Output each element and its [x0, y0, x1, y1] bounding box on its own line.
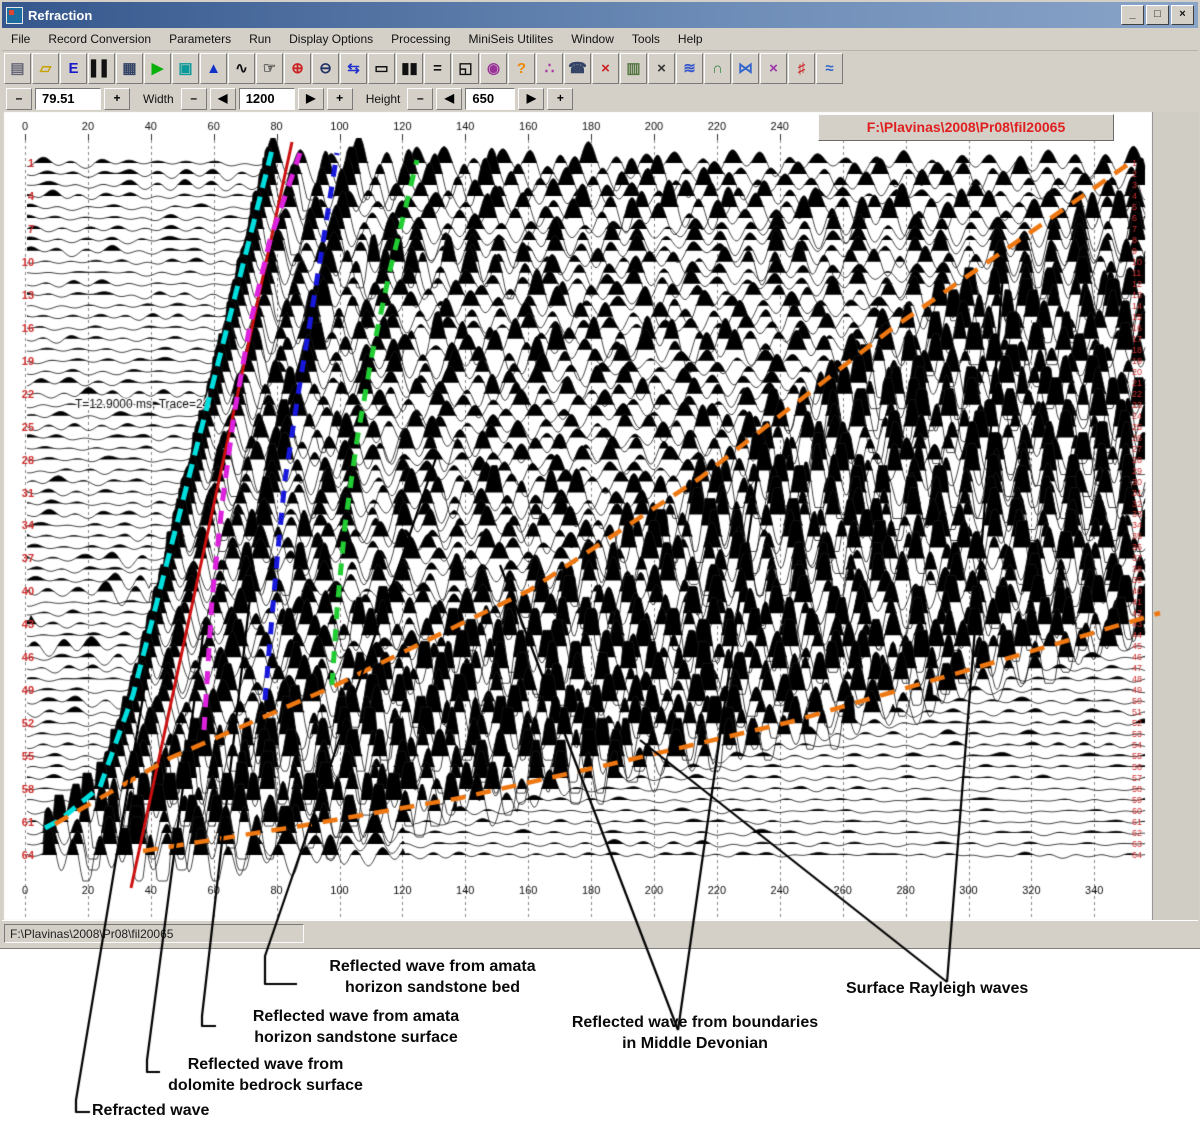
annotation-refracted: Refracted wave — [92, 1100, 312, 1121]
annotation-amata-bed: Reflected wave from amatahorizon sandsto… — [290, 956, 575, 998]
annotation-rayleigh: Surface Rayleigh waves — [846, 978, 1086, 999]
annotation-amata-surface: Reflected wave from amatahorizon sandsto… — [222, 1006, 490, 1048]
seismogram-plot[interactable] — [0, 0, 1200, 1121]
annotation-middle-devonian: Reflected wave from boundariesin Middle … — [540, 1012, 850, 1054]
file-path-badge[interactable]: F:\Plavinas\2008\Pr08\fil20065 — [818, 114, 1114, 141]
annotation-dolomite: Reflected wave fromdolomite bedrock surf… — [138, 1054, 393, 1096]
